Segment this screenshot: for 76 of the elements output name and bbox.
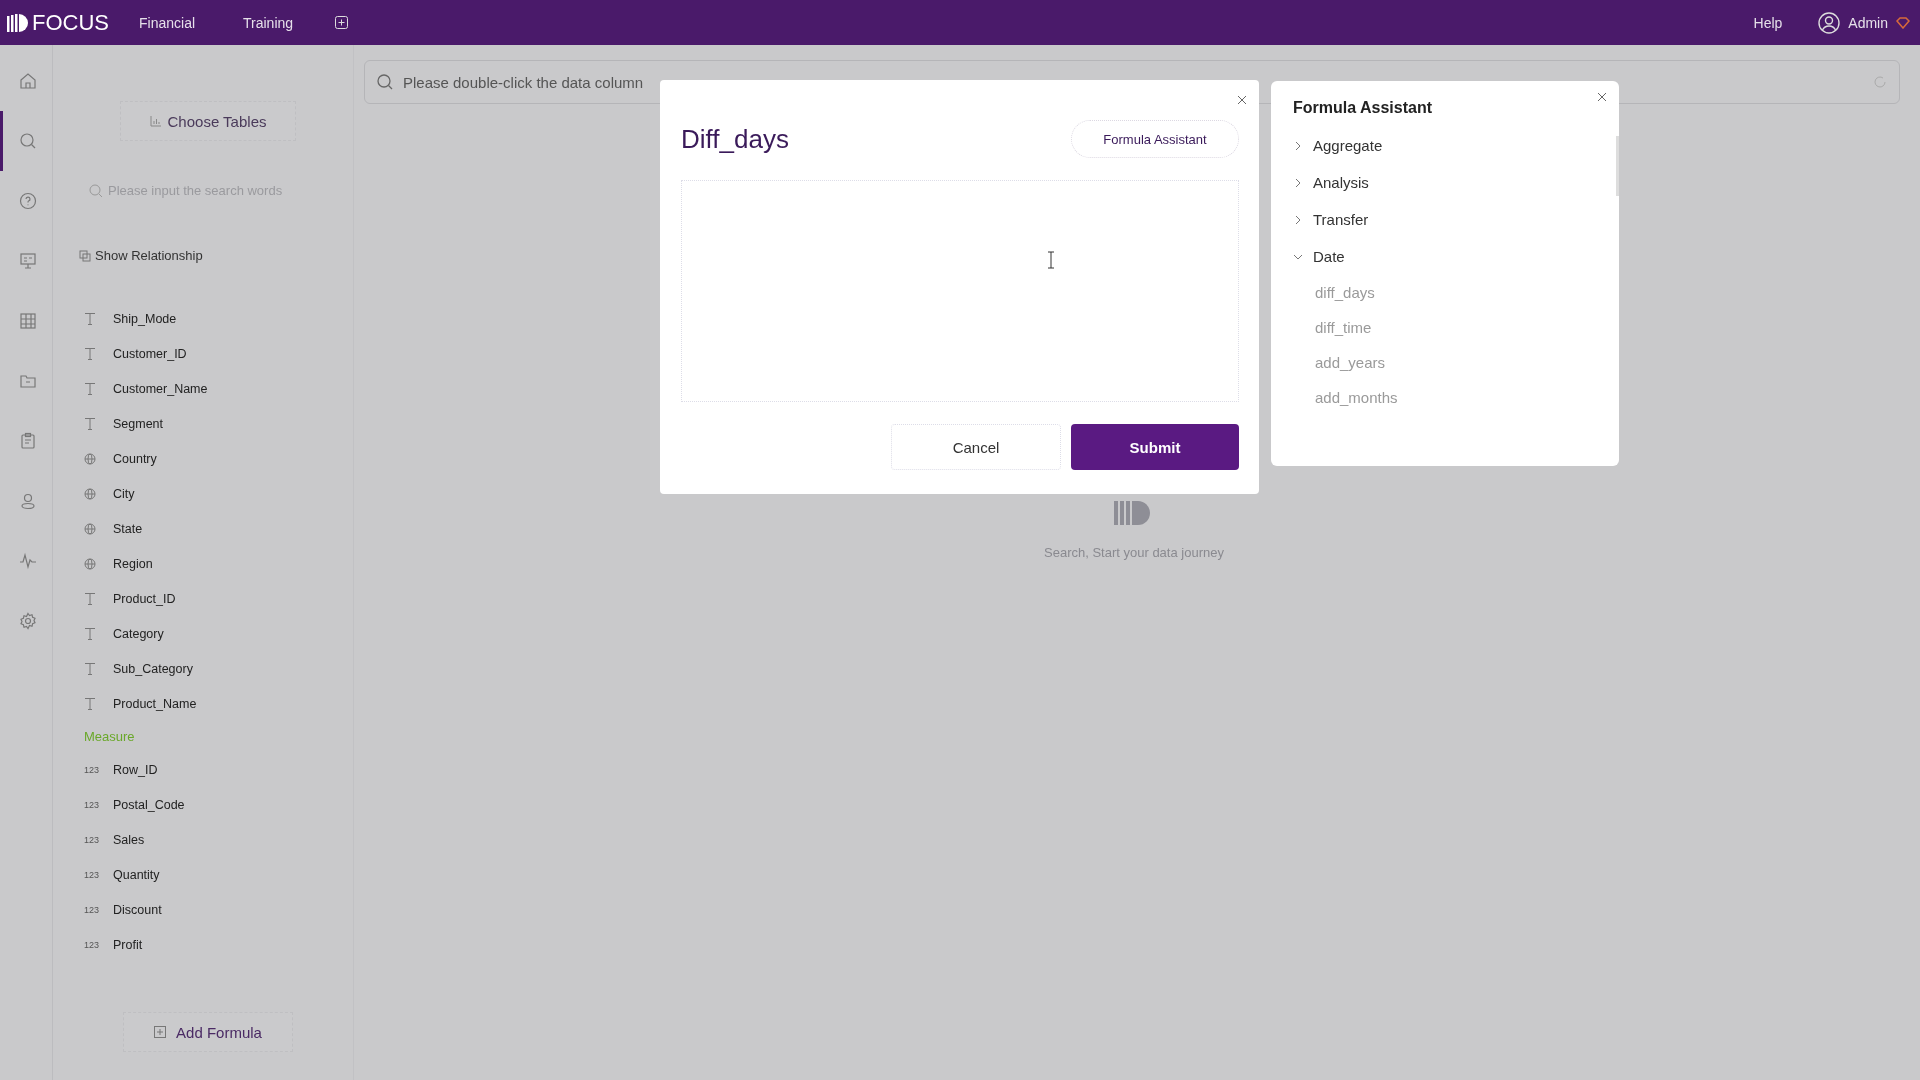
globe-icon bbox=[84, 557, 96, 570]
folder-icon bbox=[18, 372, 37, 390]
settings-icon bbox=[18, 612, 37, 630]
globe-icon bbox=[84, 452, 96, 465]
cancel-button[interactable]: Cancel bbox=[891, 424, 1061, 470]
add-formula-button[interactable]: Add Formula bbox=[123, 1012, 293, 1052]
refresh-icon[interactable] bbox=[1873, 75, 1887, 89]
text-type-icon bbox=[84, 697, 96, 710]
field-item[interactable]: Product_ID bbox=[73, 581, 343, 616]
field-item[interactable]: Region bbox=[73, 546, 343, 581]
chevron-right-icon bbox=[1293, 214, 1303, 225]
show-relationship-link[interactable]: Show Relationship bbox=[79, 248, 343, 263]
user-name[interactable]: Admin bbox=[1848, 14, 1888, 31]
formula-assistant-button[interactable]: Formula Assistant bbox=[1071, 120, 1239, 158]
chevron-right-icon bbox=[1293, 140, 1303, 151]
pulse-icon bbox=[18, 552, 37, 570]
text-type-icon bbox=[84, 662, 96, 675]
field-item[interactable]: Customer_Name bbox=[73, 371, 343, 406]
formula-input-field[interactable] bbox=[681, 180, 1239, 402]
field-item[interactable]: State bbox=[73, 511, 343, 546]
field-item[interactable]: 123 Row_ID bbox=[73, 752, 343, 787]
empty-state-text: Search, Start your data journey bbox=[1044, 545, 1224, 560]
nav-tab[interactable]: Financial bbox=[139, 14, 196, 31]
measure-heading: Measure bbox=[83, 728, 136, 746]
field-item[interactable]: Product_Name bbox=[73, 686, 343, 721]
field-item[interactable]: Category bbox=[73, 616, 343, 651]
text-type-icon bbox=[84, 312, 96, 325]
choose-tables-button[interactable]: Choose Tables bbox=[120, 101, 296, 141]
globe-icon bbox=[84, 522, 96, 535]
function-group[interactable]: Aggregate bbox=[1293, 127, 1619, 164]
field-item[interactable]: Country bbox=[73, 441, 343, 476]
chevron-right-icon bbox=[1293, 177, 1303, 188]
logo-icon bbox=[6, 11, 28, 34]
field-item[interactable]: 123 Quantity bbox=[73, 857, 343, 892]
help-link[interactable]: Help bbox=[1753, 14, 1783, 31]
grid-icon bbox=[18, 312, 37, 330]
field-item[interactable]: Sub_Category bbox=[73, 651, 343, 686]
home-icon bbox=[18, 72, 37, 90]
text-type-icon bbox=[84, 382, 96, 395]
field-item[interactable]: 123 Discount bbox=[73, 892, 343, 927]
help-icon bbox=[18, 192, 37, 210]
field-item[interactable]: Ship_Mode bbox=[73, 301, 343, 336]
relationship-icon bbox=[79, 249, 91, 262]
search-icon bbox=[18, 132, 37, 150]
function-group[interactable]: Transfer bbox=[1293, 201, 1619, 238]
user-icon bbox=[18, 492, 37, 510]
add-tab-icon[interactable] bbox=[335, 16, 349, 29]
field-item[interactable]: Customer_ID bbox=[73, 336, 343, 371]
nav-tab[interactable]: Training bbox=[243, 14, 294, 31]
field-item[interactable]: City bbox=[73, 476, 343, 511]
function-group[interactable]: Date bbox=[1293, 238, 1619, 275]
diamond-icon bbox=[1896, 16, 1910, 29]
submit-button[interactable]: Submit bbox=[1071, 424, 1239, 470]
field-item[interactable]: 123 Sales bbox=[73, 822, 343, 857]
text-type-icon bbox=[84, 417, 96, 430]
text-type-icon bbox=[84, 592, 96, 605]
globe-icon bbox=[84, 487, 96, 500]
clipboard-icon bbox=[18, 432, 37, 450]
close-icon[interactable] bbox=[1237, 95, 1247, 105]
scrollbar[interactable] bbox=[1616, 136, 1619, 196]
dialog-title: Diff_days bbox=[681, 123, 789, 155]
field-item[interactable]: 123 Postal_Code bbox=[73, 787, 343, 822]
field-item[interactable]: 123 Profit bbox=[73, 927, 343, 962]
presentation-icon bbox=[18, 252, 37, 270]
close-icon[interactable] bbox=[1597, 92, 1607, 102]
app-logo-text: FOCUS bbox=[32, 9, 109, 36]
user-avatar-icon[interactable] bbox=[1818, 11, 1841, 34]
plus-square-icon bbox=[154, 1026, 167, 1038]
function-group[interactable]: Analysis bbox=[1293, 164, 1619, 201]
field-item[interactable]: Segment bbox=[73, 406, 343, 441]
text-cursor-icon bbox=[1047, 251, 1055, 269]
text-type-icon bbox=[84, 627, 96, 640]
search-icon bbox=[89, 183, 103, 198]
text-type-icon bbox=[84, 347, 96, 360]
bar-chart-icon bbox=[149, 115, 162, 127]
search-icon bbox=[377, 74, 393, 90]
